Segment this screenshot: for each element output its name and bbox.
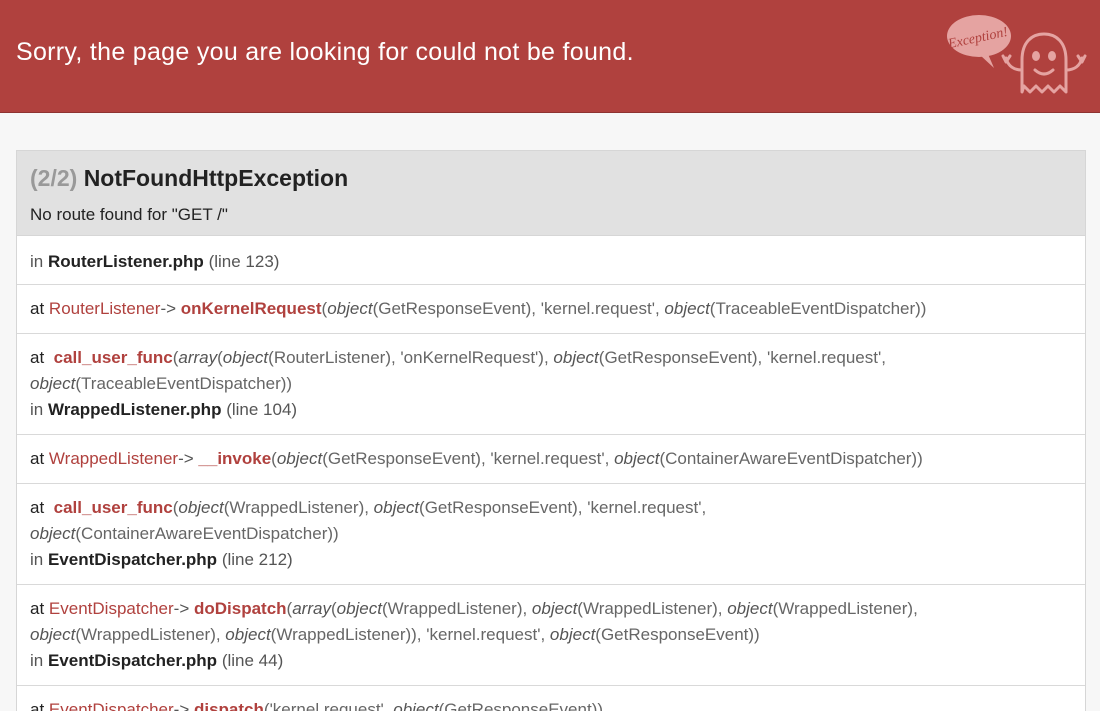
trace-args-line2: object(TraceableEventDispatcher)) bbox=[30, 374, 293, 393]
stack-trace: in RouterListener.php (line 123) at Rout… bbox=[17, 236, 1085, 711]
trace-class[interactable]: RouterListener bbox=[49, 299, 161, 318]
trace-arrow: -> bbox=[173, 700, 190, 711]
trace-args-continued: object(ContainerAwareEventDispatcher)) bbox=[30, 521, 1072, 547]
trace-call: at WrappedListener-> __invoke(object(Get… bbox=[30, 449, 923, 468]
trace-args: object(WrappedListener), object(GetRespo… bbox=[178, 498, 707, 517]
at-label: at bbox=[30, 599, 45, 618]
trace-item: in RouterListener.php (line 123) bbox=[17, 236, 1085, 285]
trace-args-continued: object(TraceableEventDispatcher)) bbox=[30, 371, 1072, 397]
trace-function: call_user_func bbox=[53, 348, 173, 367]
trace-arrow: -> bbox=[160, 299, 177, 318]
trace-file: WrappedListener.php bbox=[47, 400, 222, 419]
trace-function: onKernelRequest bbox=[180, 299, 322, 318]
trace-line-number: (line 44) bbox=[221, 651, 284, 670]
exception-class: NotFoundHttpException bbox=[83, 165, 349, 191]
at-label: at bbox=[30, 498, 45, 517]
in-label: in bbox=[30, 252, 44, 271]
at-label: at bbox=[30, 348, 45, 367]
exception-summary: (2/2) NotFoundHttpException No route fou… bbox=[17, 151, 1085, 236]
trace-line-number: (line 104) bbox=[226, 400, 298, 419]
trace-args-continued: object(WrappedListener), object(WrappedL… bbox=[30, 622, 1072, 648]
trace-function: dispatch bbox=[193, 700, 264, 711]
at-label: at bbox=[30, 700, 45, 711]
trace-item: at WrappedListener-> __invoke(object(Get… bbox=[17, 435, 1085, 484]
trace-args: array(object(WrappedListener), object(Wr… bbox=[292, 599, 918, 618]
trace-call: at call_user_func(object(WrappedListener… bbox=[30, 498, 707, 517]
trace-function: call_user_func bbox=[53, 498, 173, 517]
trace-args-line2: object(ContainerAwareEventDispatcher)) bbox=[30, 524, 339, 543]
trace-function: __invoke bbox=[198, 449, 272, 468]
trace-line-number: (line 123) bbox=[208, 252, 280, 271]
trace-call: at EventDispatcher-> dispatch('kernel.re… bbox=[30, 697, 1072, 711]
trace-class[interactable]: EventDispatcher bbox=[49, 700, 174, 711]
trace-arrow: -> bbox=[178, 449, 194, 468]
trace-file-line: in RouterListener.php (line 123) bbox=[30, 249, 1072, 275]
trace-args: array(object(RouterListener), 'onKernelR… bbox=[178, 348, 886, 367]
exception-message: No route found for "GET /" bbox=[30, 205, 228, 224]
trace-file: RouterListener.php bbox=[47, 252, 204, 271]
trace-args-line2: object(WrappedListener), object(WrappedL… bbox=[30, 625, 760, 644]
in-label: in bbox=[30, 400, 44, 419]
exception-title: (2/2) NotFoundHttpException bbox=[30, 165, 348, 192]
trace-args: object(GetResponseEvent), 'kernel.reques… bbox=[327, 299, 927, 318]
trace-call: at call_user_func(array(object(RouterLis… bbox=[30, 348, 886, 367]
trace-item: at EventDispatcher-> dispatch('kernel.re… bbox=[17, 686, 1085, 711]
trace-line-number: (line 212) bbox=[221, 550, 293, 569]
page-title: Sorry, the page you are looking for coul… bbox=[16, 38, 634, 66]
exception-panel: (2/2) NotFoundHttpException No route fou… bbox=[16, 150, 1086, 711]
at-label: at bbox=[30, 299, 45, 318]
trace-class[interactable]: WrappedListener bbox=[49, 449, 178, 468]
trace-item: at call_user_func(object(WrappedListener… bbox=[17, 484, 1085, 585]
error-header: Sorry, the page you are looking for coul… bbox=[0, 0, 1100, 113]
trace-item: at EventDispatcher-> doDispatch(array(ob… bbox=[17, 585, 1085, 686]
trace-file-line: in EventDispatcher.php (line 212) bbox=[30, 547, 1072, 573]
trace-item: at RouterListener-> onKernelRequest(obje… bbox=[17, 285, 1085, 334]
trace-args: 'kernel.request', object(GetResponseEven… bbox=[269, 700, 604, 711]
ghost-exception-icon: Exception! bbox=[946, 15, 1087, 94]
exception-count: (2/2) bbox=[30, 165, 78, 191]
trace-item: at call_user_func(array(object(RouterLis… bbox=[17, 334, 1085, 435]
trace-arrow: -> bbox=[173, 599, 190, 618]
trace-function: doDispatch bbox=[193, 599, 287, 618]
trace-file: EventDispatcher.php bbox=[47, 651, 218, 670]
trace-call: at RouterListener-> onKernelRequest(obje… bbox=[30, 299, 927, 318]
trace-class[interactable]: EventDispatcher bbox=[49, 599, 174, 618]
in-label: in bbox=[30, 550, 44, 569]
trace-file-line: in EventDispatcher.php (line 44) bbox=[30, 648, 1072, 674]
trace-file: EventDispatcher.php bbox=[47, 550, 218, 569]
trace-file-line: in WrappedListener.php (line 104) bbox=[30, 397, 1072, 423]
in-label: in bbox=[30, 651, 44, 670]
at-label: at bbox=[30, 449, 45, 468]
trace-args: object(GetResponseEvent), 'kernel.reques… bbox=[276, 449, 923, 468]
trace-call: at EventDispatcher-> doDispatch(array(ob… bbox=[30, 599, 918, 618]
